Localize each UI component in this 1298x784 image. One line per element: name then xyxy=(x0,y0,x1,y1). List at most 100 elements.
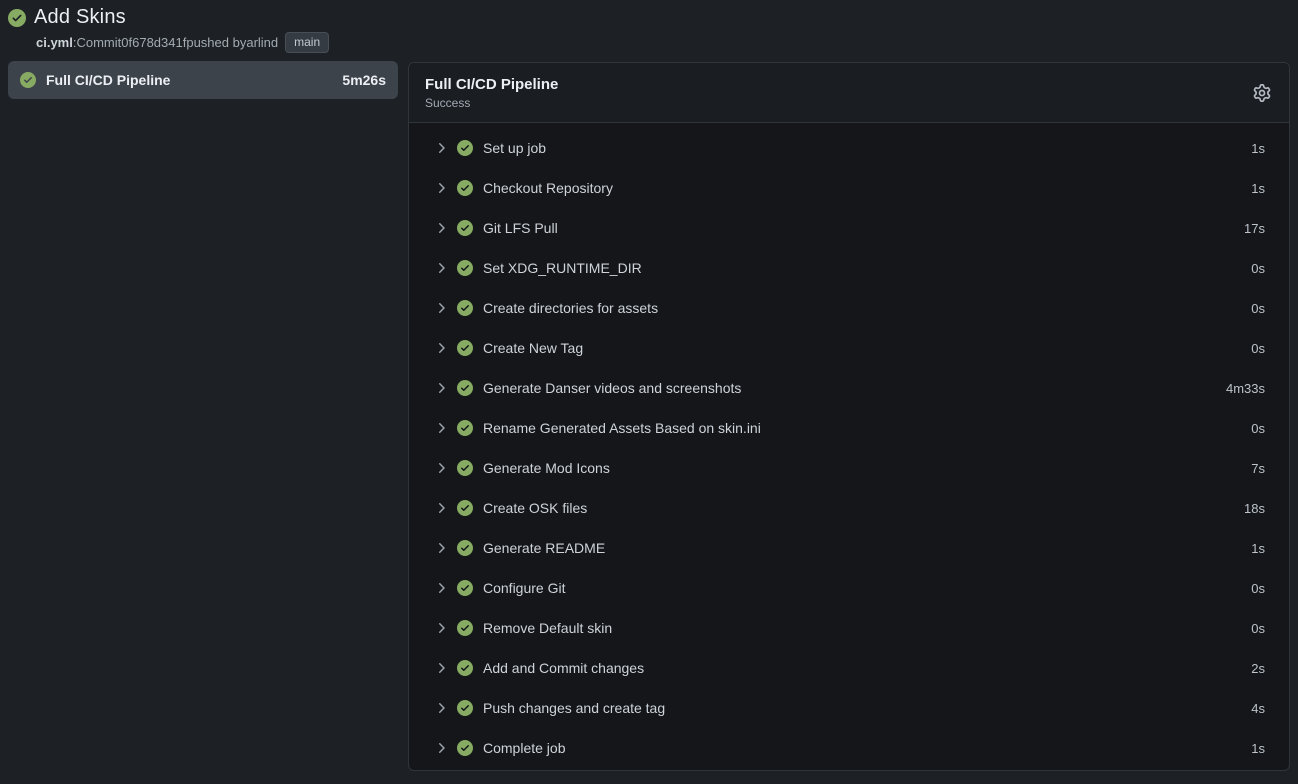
step-duration: 1s xyxy=(1251,141,1265,156)
step-duration: 0s xyxy=(1251,581,1265,596)
step-name: Set XDG_RUNTIME_DIR xyxy=(483,260,642,276)
chevron-right-icon[interactable] xyxy=(433,500,449,516)
step-row[interactable]: Add and Commit changes 2s xyxy=(409,648,1289,688)
run-title: Add Skins xyxy=(34,6,126,29)
step-row[interactable]: Generate Mod Icons 7s xyxy=(409,448,1289,488)
step-duration: 0s xyxy=(1251,261,1265,276)
step-row[interactable]: Configure Git 0s xyxy=(409,568,1289,608)
step-name: Set up job xyxy=(483,140,546,156)
step-row[interactable]: Complete job 1s xyxy=(409,728,1289,768)
step-name: Complete job xyxy=(483,740,566,756)
pusher-link[interactable]: arlind xyxy=(246,35,278,50)
step-name: Push changes and create tag xyxy=(483,700,665,716)
step-duration: 0s xyxy=(1251,421,1265,436)
step-name: Checkout Repository xyxy=(483,180,613,196)
step-duration: 4s xyxy=(1251,701,1265,716)
check-circle-icon xyxy=(457,540,473,556)
job-detail-panel: Full CI/CD Pipeline Success Set up job 1… xyxy=(408,62,1290,771)
check-circle-icon xyxy=(457,660,473,676)
step-name: Generate Danser videos and screenshots xyxy=(483,380,741,396)
step-duration: 1s xyxy=(1251,181,1265,196)
step-duration: 18s xyxy=(1244,501,1265,516)
step-duration: 17s xyxy=(1244,221,1265,236)
step-row[interactable]: Rename Generated Assets Based on skin.in… xyxy=(409,408,1289,448)
job-status-check-icon xyxy=(20,72,36,88)
job-panel-titles: Full CI/CD Pipeline Success xyxy=(425,76,558,110)
chevron-right-icon[interactable] xyxy=(433,740,449,756)
step-row[interactable]: Remove Default skin 0s xyxy=(409,608,1289,648)
step-duration: 0s xyxy=(1251,621,1265,636)
run-header: Add Skins ci.yml: Commit 0f678d341f push… xyxy=(8,6,329,53)
sidebar-job-item-full-ci-cd-pipeline[interactable]: Full CI/CD Pipeline 5m26s xyxy=(8,61,398,99)
step-row[interactable]: Git LFS Pull 17s xyxy=(409,208,1289,248)
check-circle-icon xyxy=(457,580,473,596)
step-row[interactable]: Set XDG_RUNTIME_DIR 0s xyxy=(409,248,1289,288)
chevron-right-icon[interactable] xyxy=(433,700,449,716)
step-duration: 0s xyxy=(1251,301,1265,316)
step-row[interactable]: Set up job 1s xyxy=(409,128,1289,168)
commit-prefix: Commit xyxy=(76,35,121,50)
workflow-run-page: { "colors": { "page_bg": "#1d2125", "pan… xyxy=(0,0,1298,784)
check-circle-icon xyxy=(457,740,473,756)
chevron-right-icon[interactable] xyxy=(433,220,449,236)
workflow-file: ci.yml xyxy=(36,35,73,50)
jobs-sidebar: Full CI/CD Pipeline 5m26s xyxy=(8,61,398,99)
chevron-right-icon[interactable] xyxy=(433,140,449,156)
step-name: Generate README xyxy=(483,540,605,556)
step-row[interactable]: Generate Danser videos and screenshots 4… xyxy=(409,368,1289,408)
check-circle-icon xyxy=(457,140,473,156)
step-row[interactable]: Create directories for assets 0s xyxy=(409,288,1289,328)
job-duration: 5m26s xyxy=(342,72,386,88)
step-row[interactable]: Checkout Repository 1s xyxy=(409,168,1289,208)
step-row[interactable]: Create OSK files 18s xyxy=(409,488,1289,528)
chevron-right-icon[interactable] xyxy=(433,540,449,556)
step-duration: 2s xyxy=(1251,661,1265,676)
chevron-right-icon[interactable] xyxy=(433,460,449,476)
job-panel-header: Full CI/CD Pipeline Success xyxy=(409,63,1289,123)
step-name: Create New Tag xyxy=(483,340,583,356)
check-circle-icon xyxy=(457,340,473,356)
step-duration: 1s xyxy=(1251,741,1265,756)
check-circle-icon xyxy=(457,260,473,276)
step-row[interactable]: Generate README 1s xyxy=(409,528,1289,568)
chevron-right-icon[interactable] xyxy=(433,420,449,436)
step-name: Create OSK files xyxy=(483,500,587,516)
step-name: Git LFS Pull xyxy=(483,220,558,236)
check-circle-icon xyxy=(457,500,473,516)
gear-icon[interactable] xyxy=(1251,82,1273,104)
chevron-right-icon[interactable] xyxy=(433,260,449,276)
job-panel-status: Success xyxy=(425,96,558,110)
chevron-right-icon[interactable] xyxy=(433,180,449,196)
check-circle-icon xyxy=(457,420,473,436)
step-list: Set up job 1s Checkout Repository 1s Git… xyxy=(409,123,1289,770)
run-status-check-icon xyxy=(8,9,26,27)
chevron-right-icon[interactable] xyxy=(433,300,449,316)
step-name: Generate Mod Icons xyxy=(483,460,610,476)
step-name: Rename Generated Assets Based on skin.in… xyxy=(483,420,761,436)
pushed-by-text: pushed by xyxy=(186,35,246,50)
chevron-right-icon[interactable] xyxy=(433,380,449,396)
check-circle-icon xyxy=(457,380,473,396)
step-name: Configure Git xyxy=(483,580,565,596)
chevron-right-icon[interactable] xyxy=(433,580,449,596)
check-circle-icon xyxy=(457,220,473,236)
step-duration: 4m33s xyxy=(1226,381,1265,396)
check-circle-icon xyxy=(457,300,473,316)
step-row[interactable]: Create New Tag 0s xyxy=(409,328,1289,368)
run-meta: ci.yml: Commit 0f678d341f pushed by arli… xyxy=(36,32,329,53)
check-circle-icon xyxy=(457,700,473,716)
step-duration: 7s xyxy=(1251,461,1265,476)
step-row[interactable]: Push changes and create tag 4s xyxy=(409,688,1289,728)
check-circle-icon xyxy=(457,620,473,636)
chevron-right-icon[interactable] xyxy=(433,620,449,636)
job-name: Full CI/CD Pipeline xyxy=(46,72,170,88)
job-panel-title: Full CI/CD Pipeline xyxy=(425,76,558,93)
chevron-right-icon[interactable] xyxy=(433,340,449,356)
commit-sha-link[interactable]: 0f678d341f xyxy=(121,35,186,50)
chevron-right-icon[interactable] xyxy=(433,660,449,676)
step-name: Remove Default skin xyxy=(483,620,612,636)
step-name: Add and Commit changes xyxy=(483,660,644,676)
step-duration: 1s xyxy=(1251,541,1265,556)
branch-badge[interactable]: main xyxy=(285,32,329,53)
check-circle-icon xyxy=(457,460,473,476)
